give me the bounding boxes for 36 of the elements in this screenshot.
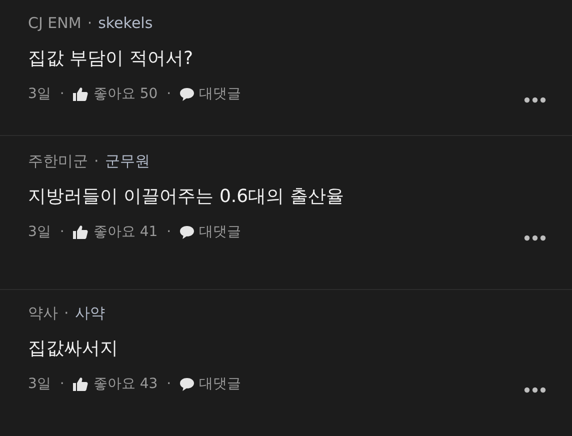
comment-text: 지방러들이 이끌어주는 0.6대의 출산율 [28, 185, 345, 209]
comment-date: 3일 [28, 223, 51, 241]
reply-button[interactable]: 대댓글 [180, 85, 242, 103]
separator-dot: · [166, 224, 172, 240]
more-options-icon[interactable] [524, 235, 546, 241]
nickname: 사약 [74, 304, 105, 322]
separator-dot: · [60, 376, 64, 392]
company-name: CJ ENM [28, 14, 82, 32]
reply-button[interactable]: 대댓글 [180, 223, 242, 241]
speech-bubble-icon [180, 88, 194, 100]
more-options-icon[interactable] [524, 97, 546, 103]
comment-date: 3일 [28, 85, 51, 103]
company-name: 약사 [28, 304, 58, 322]
separator-dot: · [64, 304, 69, 322]
separator-dot: · [60, 224, 64, 240]
nickname: skekels [98, 14, 153, 32]
reply-button[interactable]: 대댓글 [180, 375, 242, 393]
thumbs-up-icon [73, 225, 88, 239]
separator-dot: · [166, 86, 172, 102]
like-button[interactable]: 좋아요 50 [73, 85, 158, 103]
separator-dot: · [60, 86, 64, 102]
thumbs-up-icon [73, 87, 88, 101]
speech-bubble-icon [180, 226, 194, 238]
comment-date: 3일 [28, 375, 51, 393]
separator-dot: · [87, 14, 92, 32]
like-button[interactable]: 좋아요 43 [73, 375, 158, 393]
comment-text: 집값 부담이 적어서? [28, 47, 194, 71]
nickname: 군무원 [104, 152, 150, 170]
company-name: 주한미군 [28, 152, 88, 170]
thumbs-up-icon [73, 377, 88, 391]
like-button[interactable]: 좋아요 41 [73, 223, 158, 241]
separator-dot: · [94, 152, 99, 170]
speech-bubble-icon [180, 378, 194, 390]
separator-dot: · [166, 376, 172, 392]
more-options-icon[interactable] [524, 387, 546, 393]
comment-text: 집값싸서지 [28, 337, 119, 361]
